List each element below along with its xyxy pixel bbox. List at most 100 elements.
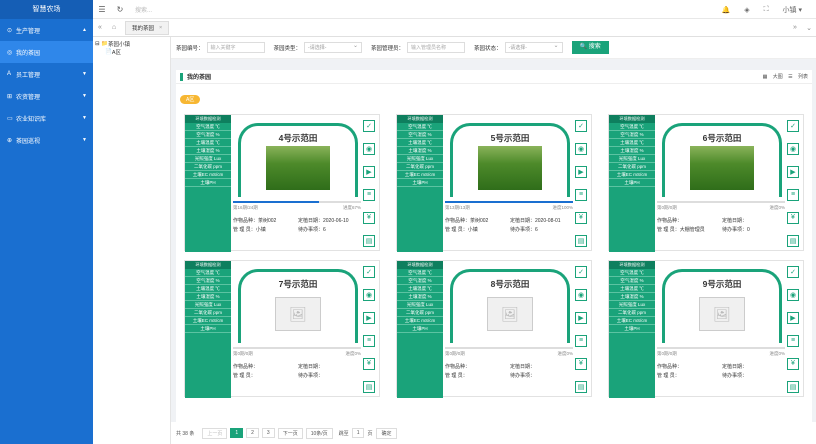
check-icon[interactable]: ✓ [787,120,799,133]
home-icon[interactable]: ⌂ [107,24,121,31]
field-photo [478,146,542,190]
prev-page-button[interactable]: 上一页 [202,427,228,439]
tab-prev-icon[interactable]: « [93,24,107,31]
sidebar-item-5[interactable]: ⊕ 茶园巡视 ▼ [0,129,93,151]
truck-icon[interactable]: ▶ [787,312,799,325]
camera-icon[interactable]: ◉ [575,289,587,302]
chart-icon[interactable]: ▤ [787,234,799,247]
page-2[interactable]: 2 [246,428,259,438]
page-3[interactable]: 3 [261,428,275,438]
card-tools: ✓ ◉ ▶ ≡ ¥ ▤ [783,261,803,398]
truck-icon[interactable]: ▶ [787,166,799,179]
topbar: ☰ ↻ 搜索... 🔔 ◈ ⛶ 小镇 ▾ [93,0,816,19]
sidebar-item-0[interactable]: ⊙ 生产管理 ▲ [0,19,93,41]
env-row: 空气温度 ℃ [609,269,655,277]
truck-icon[interactable]: ▶ [363,166,375,179]
truck-icon[interactable]: ▶ [575,312,587,325]
box-icon: ⊞ [7,93,13,100]
page-1[interactable]: 1 [230,428,244,438]
yen-icon[interactable]: ¥ [363,211,375,224]
check-icon[interactable]: ✓ [787,266,799,279]
user-menu[interactable]: 小镇 ▾ [783,5,802,15]
list-icon[interactable]: ≡ [787,188,799,201]
chart-icon[interactable]: ▤ [787,380,799,393]
bell-icon[interactable]: 🔔 [722,6,731,14]
env-panel: 环境数据检测 空气温度 ℃ 空气湿度 % 土壤温度 ℃ 土壤湿度 % 光照强度 Lux 二氧… [185,261,231,398]
search-button[interactable]: 🔍 搜索 [571,41,609,54]
progress-bar [233,201,361,203]
yen-icon[interactable]: ¥ [363,357,375,370]
garden-card[interactable]: 环境数据检测 空气温度 ℃ 空气湿度 % 土壤温度 ℃ 土壤湿度 % 光照强度 Lux 二氧… [184,114,380,252]
list-icon[interactable]: ≡ [363,334,375,347]
check-icon[interactable]: ✓ [363,266,375,279]
confirm-button[interactable]: 确定 [376,427,397,439]
tab-next-icon[interactable]: » [788,24,802,31]
camera-icon[interactable]: ◉ [787,143,799,156]
env-title: 环境数据检测 [397,261,443,269]
env-title: 环境数据检测 [185,115,231,123]
camera-icon[interactable]: ◉ [787,289,799,302]
camera-icon[interactable]: ◉ [363,143,375,156]
garden-card[interactable]: 环境数据检测 空气温度 ℃ 空气湿度 % 土壤温度 ℃ 土壤湿度 % 光照强度 Lux 二氧… [184,260,380,398]
check-icon[interactable]: ✓ [575,120,587,133]
env-title: 环境数据检测 [609,261,655,269]
close-icon[interactable]: × [159,25,162,31]
truck-icon[interactable]: ▶ [575,166,587,179]
env-row: 土壤湿度 % [397,147,443,155]
yen-icon[interactable]: ¥ [575,357,587,370]
env-row: 土壤湿度 % [185,293,231,301]
camera-icon[interactable]: ◉ [363,289,375,302]
tree-node-a[interactable]: 📄 A区 [95,48,168,56]
area-tag[interactable]: A区 [180,95,201,104]
tab-my-garden[interactable]: 我的茶园 × [125,20,170,35]
view-large-toggle[interactable]: ▦ 大图 [763,74,783,80]
field-info: 作物品种： 定植日期： 管 理 员：大棚管理员 待办事项：0 [657,218,750,233]
garden-id-input[interactable]: 输入关键字 [206,42,265,53]
check-icon[interactable]: ✓ [363,120,375,133]
yen-icon[interactable]: ¥ [575,211,587,224]
env-title: 环境数据检测 [609,115,655,123]
garden-card[interactable]: 环境数据检测 空气温度 ℃ 空气湿度 % 土壤温度 ℃ 土壤湿度 % 光照强度 Lux 二氧… [396,260,592,398]
garden-card[interactable]: 环境数据检测 空气温度 ℃ 空气湿度 % 土壤温度 ℃ 土壤湿度 % 光照强度 Lux 二氧… [608,114,804,252]
sidebar-item-4[interactable]: ▭ 农业知识库 ▼ [0,107,93,129]
camera-icon[interactable]: ◉ [575,143,587,156]
garden-type-select[interactable]: -请选择- [304,41,363,53]
env-row: 二氧化碳 ppm [185,163,231,171]
sidebar-item-1[interactable]: ◎ 我的茶园 [0,41,93,63]
env-row: 土壤EC mS/cm [609,317,655,325]
view-list-toggle[interactable]: ☰ 列表 [788,74,808,80]
list-icon[interactable]: ≡ [575,188,587,201]
garden-card[interactable]: 环境数据检测 空气温度 ℃ 空气湿度 % 土壤温度 ℃ 土壤湿度 % 光照强度 Lux 二氧… [396,114,592,252]
fullscreen-icon[interactable]: ⛶ [764,6,769,14]
field-title: 7号示范田 [238,269,358,289]
card-tools: ✓ ◉ ▶ ≡ ¥ ▤ [783,115,803,252]
list-icon[interactable]: ≡ [787,334,799,347]
garden-status-select[interactable]: -请选择- [504,41,563,53]
field-info: 作物品种： 定植日期： 管 理 员： 待办事项： [657,364,748,379]
manager-input[interactable]: 输入管理员名称 [407,42,466,53]
chart-icon[interactable]: ▤ [363,380,375,393]
menu-toggle-icon[interactable]: ☰ [93,5,111,14]
yen-icon[interactable]: ¥ [787,357,799,370]
circle-icon: ◎ [7,49,13,56]
next-page-button[interactable]: 下一页 [277,427,303,439]
list-icon[interactable]: ≡ [363,188,375,201]
page-size-select[interactable]: 10条/页 [305,427,333,439]
chart-icon[interactable]: ▤ [363,234,375,247]
yen-icon[interactable]: ¥ [787,211,799,224]
sidebar-item-3[interactable]: ⊞ 农资管理 ▼ [0,85,93,107]
chevron-down-icon[interactable]: ⌄ [802,24,816,32]
refresh-icon[interactable]: ↻ [111,5,129,14]
garden-card[interactable]: 环境数据检测 空气温度 ℃ 空气湿度 % 土壤温度 ℃ 土壤湿度 % 光照强度 Lux 二氧… [608,260,804,398]
skin-icon[interactable]: ◈ [744,6,749,14]
list-icon[interactable]: ≡ [575,334,587,347]
chart-icon[interactable]: ▤ [575,234,587,247]
goto-page-input[interactable]: 1 [351,428,365,438]
chart-icon[interactable]: ▤ [575,380,587,393]
check-icon[interactable]: ✓ [575,266,587,279]
tree-root[interactable]: ⊟ 📁 茶园小镇 [95,40,168,48]
truck-icon[interactable]: ▶ [363,312,375,325]
env-row: 土壤温度 ℃ [185,285,231,293]
search-input[interactable]: 搜索... [135,5,152,14]
sidebar-item-2[interactable]: A 员工管理 ▼ [0,63,93,85]
